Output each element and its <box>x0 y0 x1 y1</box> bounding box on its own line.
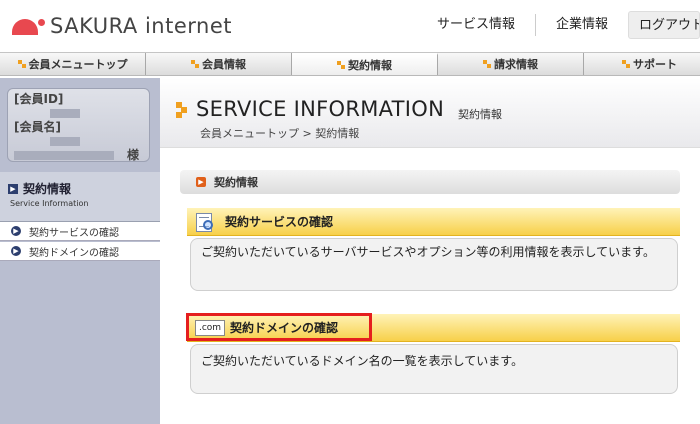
member-name-label: [会員名] <box>14 120 61 134</box>
sidebar-section-subtitle: Service Information <box>10 199 89 208</box>
arrow-circle-icon: ▶ <box>11 226 21 236</box>
page-title: SERVICE INFORMATION <box>196 97 445 121</box>
service-info-link[interactable]: サービス情報 <box>417 14 536 36</box>
page-header: SERVICE INFORMATION 契約情報 会員メニュートップ > 契約情… <box>160 78 700 148</box>
tab-member-info[interactable]: 会員情報 <box>146 53 292 75</box>
orange-bullet-icon <box>483 60 491 68</box>
company-info-link[interactable]: 企業情報 <box>536 14 628 36</box>
orange-bullet-icon <box>17 60 26 68</box>
sidebar: [会員ID] [会員名] 様 ▶ 契約情報 Service Informatio… <box>0 78 160 424</box>
tab-support[interactable]: サポート <box>584 53 700 75</box>
orange-bullet-icon <box>191 60 199 68</box>
site-header: SAKURA internet サービス情報 企業情報 ログアウト <box>0 0 700 50</box>
sidebar-item-service-check[interactable]: ▶ 契約サービスの確認 <box>0 222 160 241</box>
page-subtitle: 契約情報 <box>458 108 502 121</box>
logo-text: SAKURA internet <box>50 14 232 38</box>
sidebar-section-title: 契約情報 <box>23 182 72 196</box>
orange-bullet-icon <box>337 61 345 69</box>
tab-label: 会員メニュートップ <box>28 58 128 71</box>
arrow-circle-icon: ▶ <box>11 246 21 256</box>
sidebar-item-domain-check[interactable]: ▶ 契約ドメインの確認 <box>0 242 160 261</box>
orange-steps-icon <box>176 102 187 118</box>
member-id-label: [会員ID] <box>14 92 64 106</box>
redacted-member-id <box>50 109 80 118</box>
tab-label: 会員情報 <box>202 58 246 71</box>
logout-button[interactable]: ログアウト <box>628 11 700 39</box>
sidebar-list: ▶ 契約サービスの確認 ▶ 契約ドメインの確認 <box>0 222 160 262</box>
honorific: 様 <box>126 148 139 162</box>
orange-square-icon: ▶ <box>196 177 206 187</box>
section-heading-bar: ▶ 契約情報 <box>180 170 680 194</box>
tab-member-top[interactable]: 会員メニュートップ <box>0 53 146 75</box>
tab-label: 契約情報 <box>348 59 392 72</box>
tab-label: サポート <box>633 58 677 71</box>
card-domain-check-body: ご契約いただいているドメイン名の一覧を表示しています。 <box>190 344 678 394</box>
sidebar-item-label: 契約ドメインの確認 <box>29 247 119 259</box>
card-description: ご契約いただいているドメイン名の一覧を表示しています。 <box>201 354 524 368</box>
orange-bullet-icon <box>622 60 630 68</box>
document-magnifier-icon <box>193 211 217 233</box>
sakura-logo-icon <box>8 11 48 41</box>
sakura-logo[interactable]: SAKURA internet <box>8 9 232 43</box>
breadcrumb: 会員メニュートップ > 契約情報 <box>200 127 360 140</box>
redacted-member-name <box>50 137 80 146</box>
tab-billing-info[interactable]: 請求情報 <box>438 53 584 75</box>
section-heading: 契約情報 <box>214 176 258 189</box>
tab-contract-info[interactable]: 契約情報 <box>292 53 438 75</box>
card-description: ご契約いただいているサーバサービスやオプション等の利用情報を表示しています。 <box>201 245 655 259</box>
sidebar-section-contract[interactable]: ▶ 契約情報 Service Information <box>0 172 160 222</box>
arrow-right-icon: ▶ <box>8 183 18 194</box>
sidebar-item-label: 契約サービスの確認 <box>29 227 119 239</box>
card-service-check-header[interactable]: 契約サービスの確認 <box>187 208 680 236</box>
redacted-member-name <box>14 151 114 160</box>
main-nav: 会員メニュートップ 会員情報 契約情報 請求情報 サポート <box>0 52 700 76</box>
tab-label: 請求情報 <box>494 58 538 71</box>
card-title[interactable]: 契約サービスの確認 <box>225 213 333 230</box>
card-service-check-body: ご契約いただいているサーバサービスやオプション等の利用情報を表示しています。 <box>190 238 678 291</box>
top-links: サービス情報 企業情報 ログアウト <box>417 8 700 42</box>
highlight-box <box>186 313 372 341</box>
member-info-box: [会員ID] [会員名] 様 <box>7 88 150 162</box>
main-content: SERVICE INFORMATION 契約情報 会員メニュートップ > 契約情… <box>160 78 700 424</box>
